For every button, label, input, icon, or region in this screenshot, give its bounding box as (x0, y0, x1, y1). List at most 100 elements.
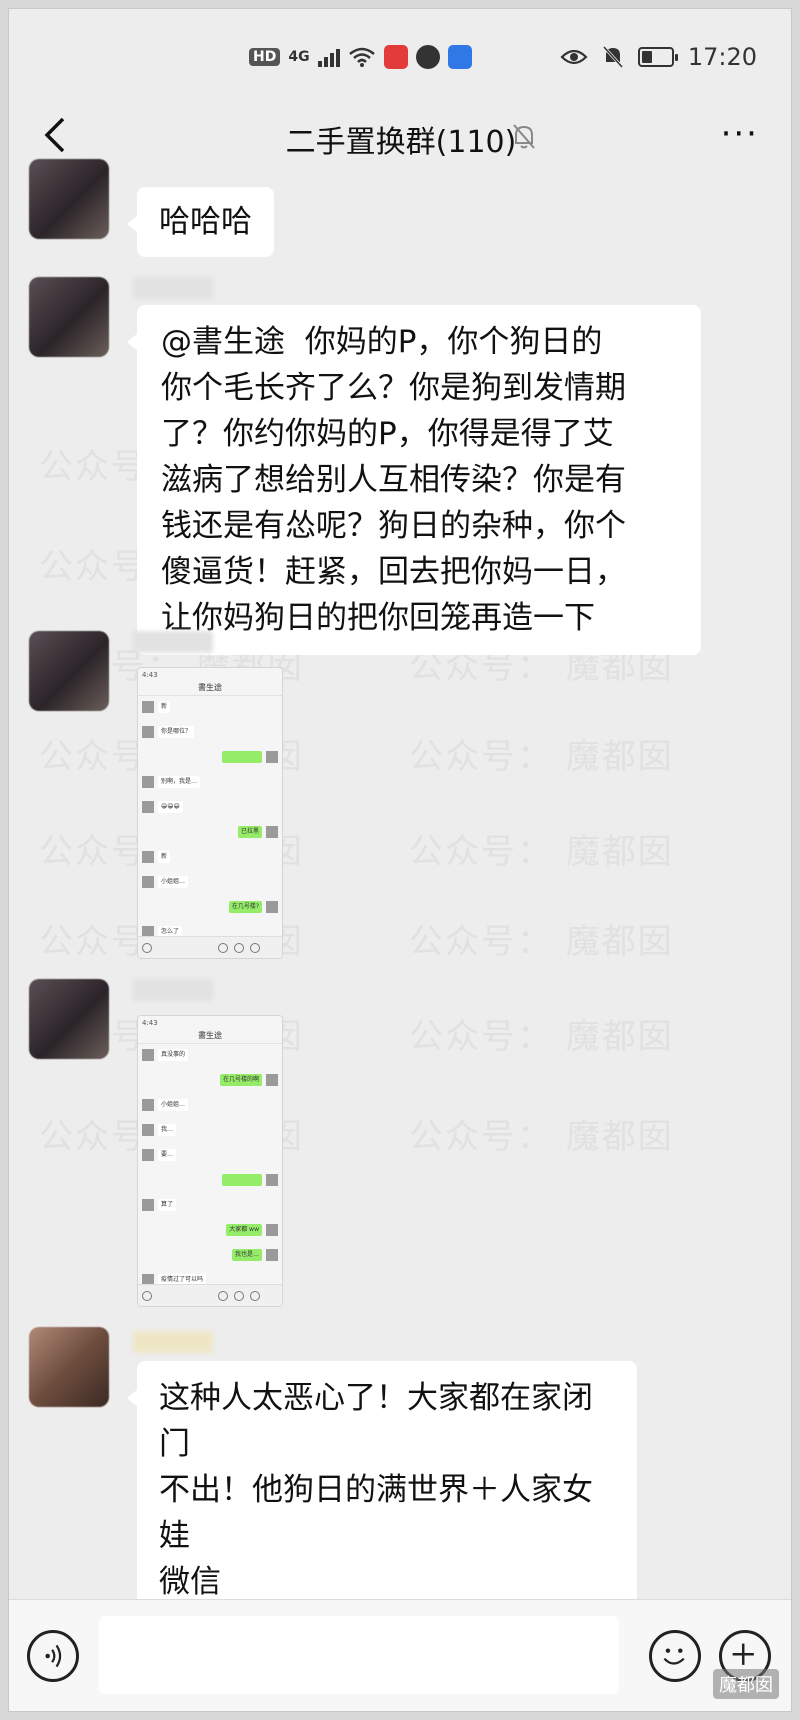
battery-icon (637, 47, 678, 67)
app-notification-icon (383, 45, 408, 69)
thumbnail-bubble: 新 (158, 851, 171, 863)
thumbnail-icon (218, 943, 228, 953)
thumbnail-icon (142, 943, 152, 953)
thumbnail-message-row: 在几号楼的啊 (138, 1072, 282, 1094)
thumbnail-avatar (142, 776, 154, 788)
thumbnail-title: 書生途 (138, 1030, 282, 1044)
status-bar: HD 4G 17:20 (9, 9, 791, 99)
thumbnail-avatar (142, 1099, 154, 1111)
watermark-logo: 魔都囡 (713, 1669, 779, 1699)
sender-name-blurred (133, 631, 213, 653)
thumbnail-bubble: 大家都 ww (226, 1224, 262, 1236)
thumbnail-bubble: 小姐姐… (158, 1099, 189, 1111)
wifi-icon (348, 47, 375, 67)
avatar[interactable] (29, 979, 109, 1059)
thumbnail-avatar (142, 1124, 154, 1136)
thumbnail-bubble: 算了 (158, 1199, 177, 1211)
avatar[interactable] (29, 631, 109, 711)
thumbnail-message-row: 😁😁😁 (138, 799, 282, 821)
thumbnail-time: 4:43 (142, 671, 158, 679)
thumbnail-title: 書生途 (138, 682, 282, 696)
sender-name-blurred (133, 277, 213, 299)
thumbnail-avatar (142, 726, 154, 738)
thumbnail-icon (234, 943, 244, 953)
eye-icon (560, 49, 588, 65)
wechat-chat-screen: HD 4G 17:20 二手置换群(110) ··· 公众号： 公众号： 公众号… (8, 8, 792, 1712)
thumbnail-bubble: 要… (158, 1149, 177, 1161)
thumbnail-avatar (142, 801, 154, 813)
thumbnail-avatar (142, 1199, 154, 1211)
thumbnail-bubble: 我也是… (231, 1249, 262, 1261)
battery-level (641, 51, 652, 63)
thumbnail-avatar (266, 751, 278, 763)
thumbnail-bubble: 已拉黑 (237, 826, 262, 838)
thumbnail-avatar (142, 701, 154, 713)
thumbnail-message-row: 要… (138, 1147, 282, 1169)
status-icons-right: 17:20 (560, 43, 757, 71)
chat-message: 哈哈哈 (29, 159, 769, 269)
thumbnail-bubble: 在几号楼的啊 (219, 1074, 262, 1086)
thumbnail-avatar (266, 1249, 278, 1261)
thumbnail-avatar (266, 1224, 278, 1236)
thumbnail-bubble: 小姐姐… (158, 876, 189, 888)
thumbnail-avatar (142, 1149, 154, 1161)
sender-name-blurred (133, 979, 213, 1001)
image-message[interactable]: 4:43書生途新你是哪位？别啊，我是…😁😁😁已拉黑新小姐姐…在几号楼?怎么了真没… (137, 667, 283, 959)
thumbnail-message-row: 我… (138, 1122, 282, 1144)
thumbnail-icon (218, 1291, 228, 1301)
thumbnail-message-row: 我也是… (138, 1247, 282, 1269)
image-message[interactable]: 4:43 書生途 真没事的 在几号楼的啊 小姐姐… 我… 要… 算了 大家都 ww 我也是… 疫情过… (137, 1015, 283, 1307)
thumbnail-message-row: 真没事的 (138, 1047, 282, 1069)
avatar[interactable] (29, 159, 109, 239)
chat-title: 二手置换群(110) (285, 125, 517, 160)
thumbnail-bubble: 我… (158, 1124, 177, 1136)
thumbnail-message-row: 小姐姐… (138, 874, 282, 896)
thumbnail-bubble (222, 751, 262, 763)
message-input[interactable] (99, 1616, 619, 1694)
thumbnail-message-row (138, 1172, 282, 1194)
input-bar: 魔都囡 (9, 1599, 791, 1711)
thumbnail-avatar (142, 1049, 154, 1061)
thumbnail-message-row: 算了 (138, 1197, 282, 1219)
more-options-button[interactable]: ··· (721, 117, 759, 151)
thumbnail-message-row: 新 (138, 699, 282, 721)
thumbnail-bubble: 别啊，我是… (158, 776, 201, 788)
emoji-icon[interactable] (649, 1630, 701, 1682)
thumbnail-avatar (266, 1074, 278, 1086)
thumbnail-message-row: 小姐姐… (138, 1097, 282, 1119)
chat-message: 4:43 書生途 真没事的 在几号楼的啊 小姐姐… 我… 要… 算了 大家都 ww 我也是… 疫情过… (29, 979, 769, 1319)
thumbnail-message-row: 已拉黑 (138, 824, 282, 846)
status-icons-left: HD 4G (249, 45, 472, 69)
chat-message: 这种人太恶心了！大家都在家闭门 不出！他狗日的满世界＋人家女娃 微信 (29, 1327, 769, 1627)
bell-off-icon (602, 45, 623, 69)
thumbnail-bubble: 在几号楼? (228, 901, 262, 913)
thumbnail-message-row: 在几号楼? (138, 899, 282, 921)
message-bubble[interactable]: @書生途 你妈的P，你个狗日的 你个毛长齐了么？你是狗到发情期 了？你约你妈的P… (127, 305, 701, 655)
chat-message: 4:43書生途新你是哪位？别啊，我是…😁😁😁已拉黑新小姐姐…在几号楼?怎么了真没… (29, 631, 769, 961)
clock: 17:20 (687, 43, 757, 71)
voice-icon[interactable] (27, 1630, 79, 1682)
signal-icon (317, 47, 340, 67)
app-notification-icon (447, 45, 472, 69)
network-type: 4G (288, 49, 310, 65)
thumbnail-icon (250, 1291, 260, 1301)
thumbnail-avatar (142, 876, 154, 888)
thumbnail-avatar (266, 826, 278, 838)
thumbnail-input-bar (138, 936, 282, 958)
sender-name-blurred (133, 1331, 213, 1353)
thumbnail-avatar (266, 901, 278, 913)
thumbnail-icon (234, 1291, 244, 1301)
thumbnail-message-row (138, 749, 282, 771)
avatar[interactable] (29, 277, 109, 357)
thumbnail-bubble: 😁😁😁 (158, 801, 183, 813)
thumbnail-message-row: 你是哪位？ (138, 724, 282, 746)
thumbnail-input-bar (138, 1284, 282, 1306)
message-bubble[interactable]: 这种人太恶心了！大家都在家闭门 不出！他狗日的满世界＋人家女娃 微信 (127, 1361, 637, 1619)
avatar[interactable] (29, 1327, 109, 1407)
thumbnail-avatar (266, 1174, 278, 1186)
thumbnail-bubble: 真没事的 (158, 1049, 189, 1061)
thumbnail-message-row: 别啊，我是… (138, 774, 282, 796)
message-bubble[interactable]: 哈哈哈 (127, 187, 274, 257)
app-notification-icon (415, 45, 440, 69)
hd-badge: HD (249, 48, 281, 66)
